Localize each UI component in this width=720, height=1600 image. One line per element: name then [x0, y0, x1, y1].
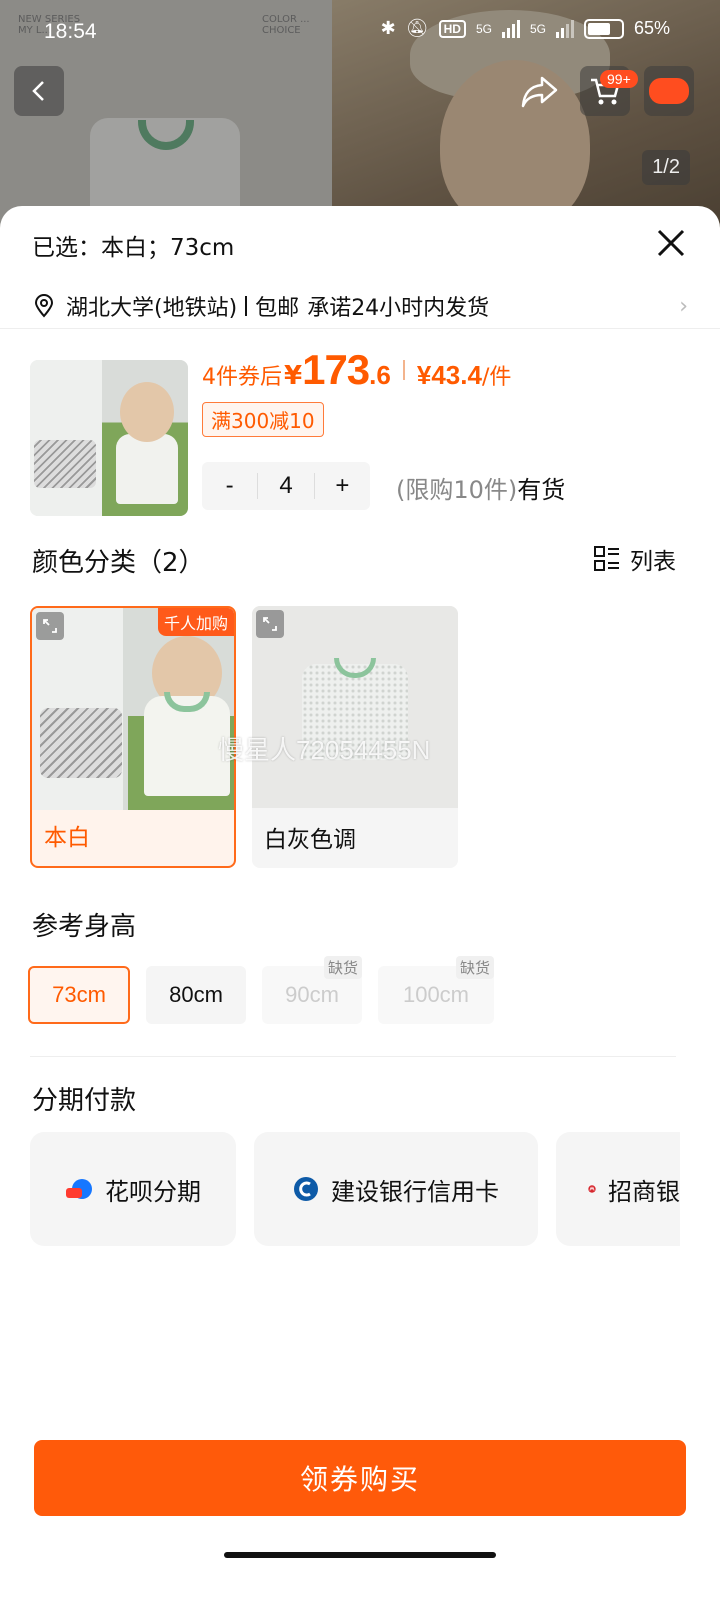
qty-value[interactable]: 4 — [258, 472, 313, 500]
installment-huabei[interactable]: 花呗分期 — [30, 1132, 236, 1246]
expand-icon[interactable] — [256, 610, 284, 638]
chevron-right-icon: › — [679, 294, 688, 319]
close-icon — [657, 229, 685, 257]
huabei-icon — [66, 1179, 92, 1199]
address-text: 湖北大学(地铁站) — [66, 296, 238, 321]
list-icon — [594, 546, 619, 571]
qty-plus-button[interactable]: + — [315, 472, 370, 500]
shipping-promise: 承诺24小时内发货 — [307, 296, 490, 321]
share-button[interactable] — [520, 74, 560, 114]
thumb-body — [116, 434, 178, 504]
buy-with-coupon-button[interactable]: 领券购买 — [34, 1440, 686, 1516]
installment-title: 分期付款 — [32, 1086, 137, 1116]
battery-percent: 65% — [633, 18, 670, 38]
installment-label: 花呗分期 — [105, 1177, 201, 1206]
message-badge-icon — [649, 78, 689, 104]
expand-icon[interactable] — [36, 612, 64, 640]
color-section-title: 颜色分类（2） — [32, 548, 205, 578]
chevron-left-icon — [32, 81, 44, 101]
installment-ccb[interactable]: 建设银行信用卡 — [254, 1132, 538, 1246]
qty-minus-button[interactable]: - — [202, 472, 257, 500]
unit-label: /件 — [481, 365, 512, 390]
price-currency: ¥ — [284, 361, 303, 391]
status-time: 18:54 — [44, 20, 97, 43]
bluetooth-icon: ✱ — [380, 18, 396, 38]
selected-summary: 已选：本白；73cm — [32, 235, 235, 261]
unit-price: ¥43.4 — [416, 360, 482, 390]
signal-icon-2 — [555, 19, 574, 38]
signal-icon — [501, 19, 520, 38]
price-integer: 173 — [302, 346, 370, 393]
popular-tag: 千人加购 — [157, 608, 234, 636]
ccb-icon — [294, 1177, 318, 1201]
striped-item — [40, 708, 122, 778]
installment-label: 招商银 — [608, 1177, 680, 1206]
price-decimal: .6 — [369, 360, 391, 390]
thumb-kid — [120, 382, 174, 442]
network-2-label: 5G — [529, 21, 546, 36]
price-prefix: 4件券后 — [202, 365, 282, 390]
color-option-label: 本白 — [44, 825, 90, 851]
price-divider — [402, 360, 405, 380]
product-thumbnail[interactable] — [30, 360, 188, 516]
location-pin-icon — [34, 294, 54, 318]
limit-text: (限购10件) — [396, 476, 518, 504]
back-button[interactable] — [14, 66, 64, 116]
more-button[interactable] — [644, 66, 694, 116]
out-of-stock-tag: 缺货 — [323, 956, 362, 979]
close-button[interactable] — [646, 218, 696, 268]
divider — [30, 1056, 676, 1057]
image-counter: 1/2 — [642, 150, 690, 185]
status-bar: 18:54 ✱ 🔕︎ HD 5G 5G 65% — [0, 0, 720, 66]
quantity-stepper: - 4 + — [202, 462, 370, 510]
coupon-tag: 满300减10 — [202, 402, 324, 437]
sku-selector-sheet: 已选：本白；73cm 湖北大学(地铁站) 包邮 承诺24小时内发货 › 4件券后… — [0, 206, 720, 1600]
status-icons: ✱ 🔕︎ HD 5G 5G 65% — [381, 18, 670, 39]
watermark-text: 慢星人72054455N — [218, 735, 431, 765]
cart-badge: 99+ — [600, 70, 638, 88]
list-view-button[interactable]: 列表 — [594, 542, 676, 576]
size-section-title: 参考身高 — [32, 912, 137, 942]
cmb-icon — [588, 1185, 596, 1193]
purchase-limit: (限购10件)有货 — [396, 470, 565, 505]
delivery-address-row[interactable]: 湖北大学(地铁站) 包邮 承诺24小时内发货 › — [32, 286, 688, 326]
size-option-80cm[interactable]: 80cm — [146, 966, 246, 1024]
size-label: 90cm — [285, 982, 339, 1007]
size-option-73cm[interactable]: 73cm — [28, 966, 130, 1024]
color-option-label: 白灰色调 — [264, 827, 356, 853]
stock-status: 有货 — [517, 476, 566, 504]
installment-cmb[interactable]: 招商银 — [556, 1132, 680, 1246]
hd-icon: HD — [438, 19, 466, 38]
size-option-90cm[interactable]: 90cm 缺货 — [262, 956, 362, 1024]
color-option-benbai[interactable]: 千人加购 本白 — [30, 606, 236, 868]
divider — [0, 328, 720, 329]
mute-bell-icon: 🔕︎ — [405, 18, 429, 38]
shipping-free: 包邮 — [255, 296, 300, 321]
share-icon — [521, 76, 558, 108]
size-label: 80cm — [169, 982, 223, 1007]
size-option-100cm[interactable]: 100cm 缺货 — [378, 956, 494, 1024]
size-label: 73cm — [52, 982, 106, 1007]
price-row: 4件券后 ¥ 173 .6 ¥43.4 /件 — [202, 346, 511, 394]
size-label: 100cm — [402, 982, 470, 1007]
installment-label: 建设银行信用卡 — [331, 1177, 499, 1206]
battery-icon — [583, 18, 624, 39]
network-1-label: 5G — [475, 21, 492, 36]
thumb-left — [30, 360, 102, 516]
address-divider — [245, 296, 248, 316]
list-label: 列表 — [630, 549, 676, 575]
thumb-stripe — [34, 440, 96, 488]
out-of-stock-tag: 缺货 — [455, 956, 494, 979]
home-indicator — [224, 1552, 496, 1558]
